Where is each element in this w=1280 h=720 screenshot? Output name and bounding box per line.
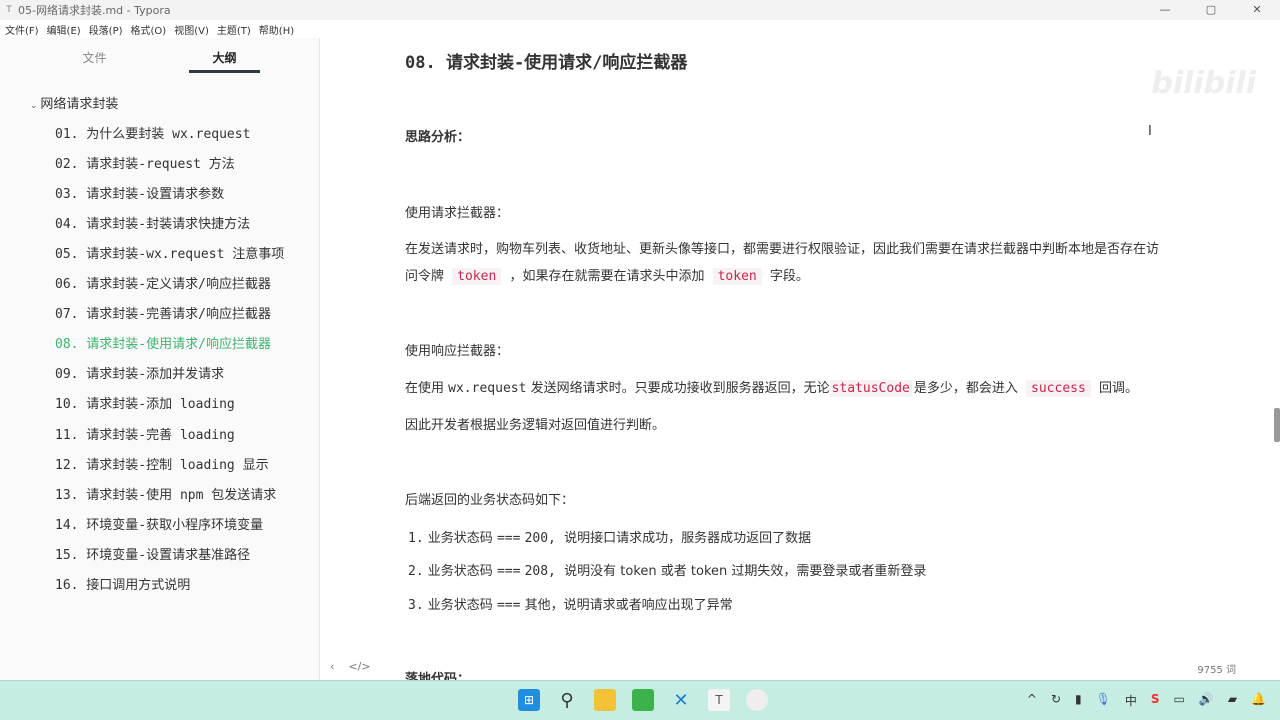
windows-start-icon[interactable]: ⊞ xyxy=(518,689,540,711)
tab-files[interactable]: 文件 xyxy=(47,38,142,66)
outline-item[interactable]: 09. 请求封装-添加并发请求 xyxy=(55,363,224,382)
outline-item[interactable]: 14. 环境变量-获取小程序环境变量 xyxy=(55,514,263,533)
inline-code: token xyxy=(712,268,762,285)
file-explorer-icon[interactable] xyxy=(594,689,616,711)
paragraph: 在使用 wx.request 发送网络请求时。只要成功接收到服务器返回，无论 st… xyxy=(405,380,1138,397)
battery-icon[interactable]: ▰ xyxy=(1228,692,1237,709)
menu-edit[interactable]: 编辑(E) xyxy=(47,22,81,37)
outline-item[interactable]: 02. 请求封装-request 方法 xyxy=(55,153,235,172)
paragraph: 问令牌 token ，如果存在就需要在请求头中添加 token 字段。 xyxy=(405,268,809,285)
scrollbar[interactable] xyxy=(1274,408,1280,442)
analysis-label: 思路分析： xyxy=(405,130,471,145)
menu-paragraph[interactable]: 段落(P) xyxy=(89,22,123,37)
outline-item[interactable]: 01. 为什么要封装 wx.request xyxy=(55,123,250,142)
list-item: 1. 业务状态码 === 200, 说明接口请求成功，服务器成功返回了数据 xyxy=(408,531,812,546)
inline-code: success xyxy=(1026,380,1091,397)
outline-item[interactable]: 13. 请求封装-使用 npm 包发送请求 xyxy=(55,484,276,503)
sidebar: 文件 大纲 ⌄ 网络请求封装 01. 为什么要封装 wx.request 02.… xyxy=(0,38,320,680)
menu-help[interactable]: 帮助(H) xyxy=(259,22,294,37)
outline-item[interactable]: 16. 接口调用方式说明 xyxy=(55,574,190,593)
app-icon[interactable] xyxy=(746,689,768,711)
next-heading: 落地代码： xyxy=(405,672,471,680)
list-item: 3. 业务状态码 === 其他，说明请求或者响应出现了异常 xyxy=(408,598,733,613)
status-codes-title: 后端返回的业务状态码如下： xyxy=(405,493,575,508)
outline-item[interactable]: 05. 请求封装-wx.request 注意事项 xyxy=(55,243,284,262)
outline-item[interactable]: 03. 请求封装-设置请求参数 xyxy=(55,183,224,202)
vscode-icon[interactable]: ✕ xyxy=(670,689,692,711)
paragraph: 因此开发者根据业务逻辑对返回值进行判断。 xyxy=(405,418,666,433)
outline-item[interactable]: 15. 环境变量-设置请求基准路径 xyxy=(55,544,250,563)
bookmark-icon[interactable]: ▮ xyxy=(1075,692,1082,709)
outline-item[interactable]: 07. 请求封装-完善请求/响应拦截器 xyxy=(55,303,271,322)
outline-item[interactable]: 12. 请求封装-控制 loading 显示 xyxy=(55,454,269,473)
list-item: 2. 业务状态码 === 208, 说明没有 token 或者 token 过期… xyxy=(408,564,927,579)
section-heading: 08. 请求封装-使用请求/响应拦截器 xyxy=(405,53,688,73)
inline-code: token xyxy=(452,268,502,285)
volume-icon[interactable]: 🔊 xyxy=(1199,692,1214,709)
sync-icon[interactable]: ↻ xyxy=(1051,692,1061,709)
window-title: 05-网络请求封装.md - Typora xyxy=(18,4,171,17)
notification-bell-icon[interactable]: 🔔 xyxy=(1251,692,1266,709)
outline-item[interactable]: 04. 请求封装-封装请求快捷方法 xyxy=(55,213,250,232)
taskbar: ⊞ ⚲ ✕ T ^ ↻ ▮ 🎙 中 S ▭ 🔊 ▰ 🔔 xyxy=(0,680,1280,720)
maximize-button[interactable]: ▢ xyxy=(1188,0,1234,20)
menu-format[interactable]: 格式(O) xyxy=(131,22,167,37)
chevron-up-icon[interactable]: ^ xyxy=(1027,692,1037,709)
menu-theme[interactable]: 主题(T) xyxy=(217,22,251,37)
sogou-icon[interactable]: S xyxy=(1151,692,1160,709)
outline-item-active[interactable]: 08. 请求封装-使用请求/响应拦截器 xyxy=(55,333,271,352)
close-button[interactable]: ✕ xyxy=(1234,0,1280,20)
response-interceptor-title: 使用响应拦截器： xyxy=(405,344,510,359)
microphone-icon[interactable]: 🎙 xyxy=(1096,692,1111,709)
word-count[interactable]: 9755 词 xyxy=(1197,661,1236,676)
menu-bar: 文件(F) 编辑(E) 段落(P) 格式(O) 视图(V) 主题(T) 帮助(H… xyxy=(0,20,320,38)
search-icon[interactable]: ⚲ xyxy=(556,689,578,711)
network-icon[interactable]: ▭ xyxy=(1174,692,1185,709)
editor-content[interactable]: 08. 请求封装-使用请求/响应拦截器 思路分析： 使用请求拦截器： 在发送请求… xyxy=(320,38,1280,680)
input-method-icon[interactable]: 中 xyxy=(1125,692,1137,709)
outline-item[interactable]: 10. 请求封装-添加 loading xyxy=(55,393,235,412)
title-bar: T 05-网络请求封装.md - Typora — ▢ ✕ xyxy=(0,0,1280,20)
wechat-devtools-icon[interactable] xyxy=(632,689,654,711)
bilibili-watermark: bilibili xyxy=(1151,66,1256,101)
menu-file[interactable]: 文件(F) xyxy=(5,22,39,37)
paragraph: 在发送请求时，购物车列表、收货地址、更新头像等接口，都需要进行权限验证，因此我们… xyxy=(405,242,1160,257)
back-icon[interactable]: ‹ xyxy=(330,660,334,673)
source-code-mode-icon[interactable]: </> xyxy=(348,660,370,673)
outline-root[interactable]: ⌄ 网络请求封装 xyxy=(30,93,118,112)
outline-item[interactable]: 06. 请求封装-定义请求/响应拦截器 xyxy=(55,273,271,292)
tab-outline[interactable]: 大纲 xyxy=(177,38,272,73)
outline-item[interactable]: 11. 请求封装-完善 loading xyxy=(55,424,235,443)
typora-app-icon: T xyxy=(6,5,12,15)
inline-code: wx.request xyxy=(448,381,527,396)
typora-icon[interactable]: T xyxy=(708,689,730,711)
request-interceptor-title: 使用请求拦截器： xyxy=(405,206,510,221)
minimize-button[interactable]: — xyxy=(1142,0,1188,20)
chevron-down-icon[interactable]: ⌄ xyxy=(30,101,40,111)
text-cursor-icon: I xyxy=(1148,124,1152,139)
menu-view[interactable]: 视图(V) xyxy=(174,22,209,37)
inline-code: statusCode xyxy=(829,380,912,397)
